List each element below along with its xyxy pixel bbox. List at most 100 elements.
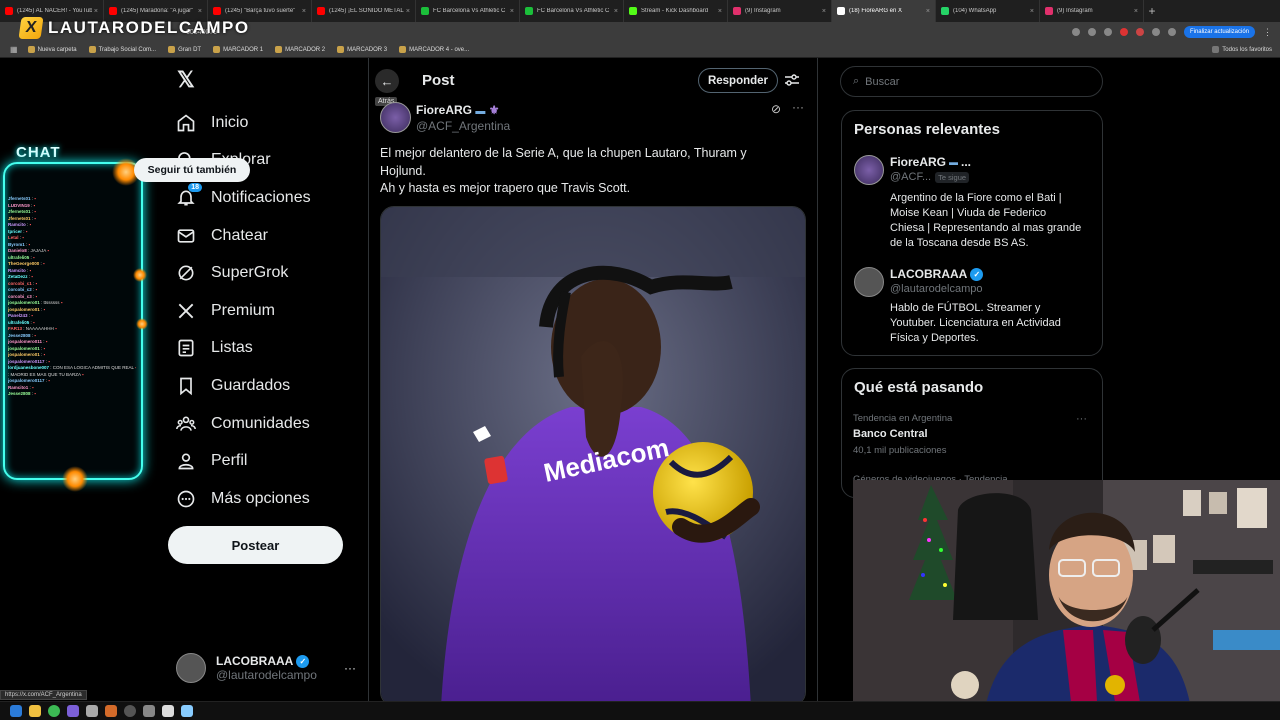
bookmark-item[interactable]: MARCADOR 2: [275, 46, 325, 53]
sidebar-item-home[interactable]: Inicio: [176, 104, 311, 142]
browser-tab[interactable]: Stream - Kick Dashboard ×: [624, 0, 728, 22]
emote-icon: ▪: [33, 319, 35, 325]
sidebar-item-bookmarks[interactable]: Guardados: [176, 367, 311, 405]
post-photo-illustration: Mediacom: [381, 207, 805, 705]
post-author-name[interactable]: FioreARG ▬ ⚜: [416, 103, 499, 117]
app-icon[interactable]: [143, 705, 155, 717]
sidebar-item-communities[interactable]: Comunidades: [176, 405, 311, 443]
grok-icon: [176, 263, 196, 283]
app-icon[interactable]: [181, 705, 193, 717]
sidebar-item-more[interactable]: Más opciones: [176, 480, 311, 518]
app-icon[interactable]: [105, 705, 117, 717]
search-input[interactable]: ⌕ Buscar: [840, 66, 1103, 97]
bookmark-item[interactable]: Gran DT: [168, 46, 201, 53]
bookmarks-bar: ▦ Nueva carpeta Trabajo Social Com... Gran…: [0, 42, 1280, 58]
tab-close-icon[interactable]: ×: [718, 8, 722, 15]
tab-close-icon[interactable]: ×: [822, 8, 826, 15]
sidebar-item-profile[interactable]: Perfil: [176, 442, 311, 480]
tab-close-icon[interactable]: ×: [198, 8, 202, 15]
trend-more-icon[interactable]: ···: [1076, 413, 1087, 425]
chat-text: MADRID ES MAS QUE TU BARZA: [10, 371, 81, 377]
post-more-icon[interactable]: ···: [792, 100, 804, 114]
cast-icon[interactable]: [1071, 28, 1080, 36]
person-item[interactable]: LACOBRAAA ✓ @lautarodelcampo Hablo de FÚT…: [854, 267, 1094, 347]
emote-icon: ▪: [34, 391, 36, 396]
emote-icon: ▪: [34, 209, 36, 214]
zoom-icon[interactable]: [1087, 28, 1096, 36]
tab-close-icon[interactable]: ×: [406, 8, 410, 15]
tab-close-icon[interactable]: ×: [510, 8, 514, 15]
tab-close-icon[interactable]: ×: [94, 8, 98, 15]
bookmark-item[interactable]: Nueva carpeta: [27, 46, 77, 53]
x-logo-icon[interactable]: 𝕏: [177, 69, 199, 91]
browser-tab[interactable]: (104) WhatsApp ×: [936, 0, 1040, 22]
bookmark-icon: [275, 46, 283, 53]
tab-close-icon[interactable]: ×: [1030, 8, 1034, 15]
puzzle-icon[interactable]: [1151, 28, 1160, 36]
account-switcher[interactable]: LACOBRAAA ✓ @lautarodelcampo ···: [176, 650, 356, 686]
emote-icon: ▪: [34, 215, 36, 221]
app-icon[interactable]: [67, 705, 79, 717]
sidebar-item-lists[interactable]: Listas: [176, 330, 311, 368]
sidebar-item-label: Más opciones: [211, 489, 310, 507]
emote-icon: ▪: [81, 371, 84, 377]
chat-message-list: Jfernets01 : ▪ LUDVIN19 : ▪ Jfernets01 : ▪…: [8, 196, 136, 398]
tab-close-icon[interactable]: ×: [614, 8, 618, 15]
sidebar-item-notifications[interactable]: 18 Notificaciones: [176, 179, 311, 217]
browser-tab[interactable]: (1245) ¡EL SONIDO METAL ×: [312, 0, 416, 22]
account-more-icon[interactable]: ···: [344, 661, 356, 675]
windows-start-icon[interactable]: [10, 705, 22, 717]
browser-tab[interactable]: (9) Instagram ×: [1040, 0, 1144, 22]
trend-name[interactable]: Banco Central: [853, 428, 928, 440]
app-icon[interactable]: [86, 705, 98, 717]
extension-icon[interactable]: [1135, 28, 1144, 36]
file-explorer-icon[interactable]: [29, 705, 41, 717]
mail-icon: [176, 226, 196, 246]
chat-username: Ramcito1: [8, 384, 29, 390]
new-tab-button[interactable]: +: [1144, 4, 1160, 18]
sidebar-item-supergrok[interactable]: SuperGrok: [176, 254, 311, 292]
tab-close-icon[interactable]: ×: [302, 8, 306, 15]
follow-button[interactable]: Seguir tú también: [134, 158, 250, 182]
tab-favicon-icon: [109, 7, 117, 15]
chrome-icon[interactable]: [48, 705, 60, 717]
bookmark-item[interactable]: MARCADOR 1: [213, 46, 263, 53]
post-author-handle[interactable]: @ACF_Argentina: [416, 119, 510, 133]
tab-title: (1245) ¡EL SONIDO METAL: [329, 8, 404, 14]
post-button[interactable]: Postear: [168, 526, 343, 564]
browser-tab[interactable]: (9) Instagram ×: [728, 0, 832, 22]
bio-line: Hablo de FÚTBOL. Streamer y: [890, 302, 1041, 314]
sidebar-item-premium[interactable]: Premium: [176, 292, 311, 330]
back-arrow-icon[interactable]: ←: [375, 69, 399, 93]
apps-grid-icon[interactable]: ▦: [10, 45, 18, 54]
app-icon[interactable]: [162, 705, 174, 717]
tab-close-icon[interactable]: ×: [926, 8, 930, 15]
bookmark-item[interactable]: MARCADOR 4 - ove...: [399, 46, 469, 53]
bookmark-item[interactable]: MARCADOR 3: [337, 46, 387, 53]
post-image[interactable]: Mediacom: [380, 206, 806, 706]
app-icon[interactable]: [124, 705, 136, 717]
brand-x-icon: X: [18, 17, 44, 39]
browser-tab[interactable]: FC Barcelona Vs Athletic C ×: [520, 0, 624, 22]
emote-icon: ▪: [33, 202, 36, 208]
profile-avatar[interactable]: [1167, 28, 1176, 36]
person-item[interactable]: FioreARG ▬... @ACF... Te sigue Argentino d…: [854, 155, 1094, 255]
finish-update-button[interactable]: Finalizar actualización: [1183, 26, 1255, 38]
chat-username: jospalomero0117: [8, 358, 45, 364]
sidebar-item-chat[interactable]: Chatear: [176, 217, 311, 255]
sliders-icon[interactable]: [784, 72, 800, 88]
post-author-avatar[interactable]: [380, 102, 411, 133]
grok-icon[interactable]: ⊘: [771, 102, 781, 116]
browser-tab[interactable]: FC Barcelona Vs Athletic C ×: [416, 0, 520, 22]
bookmark-item[interactable]: Trabajo Social Com...: [88, 46, 156, 53]
star-icon[interactable]: [1103, 28, 1112, 36]
tab-close-icon[interactable]: ×: [1134, 8, 1138, 15]
extension-icon[interactable]: [1119, 28, 1128, 36]
reply-button[interactable]: Responder: [698, 68, 778, 93]
account-handle: @lautarodelcampo: [216, 668, 317, 682]
menu-dots-icon[interactable]: ⋮: [1263, 27, 1272, 38]
tab-title: (9) Instagram: [1057, 8, 1093, 14]
tab-favicon-icon: [317, 7, 325, 15]
all-bookmarks-link[interactable]: Todos los favoritos: [1212, 46, 1272, 53]
browser-tab[interactable]: (18) FioreARG en X ×: [832, 0, 936, 22]
